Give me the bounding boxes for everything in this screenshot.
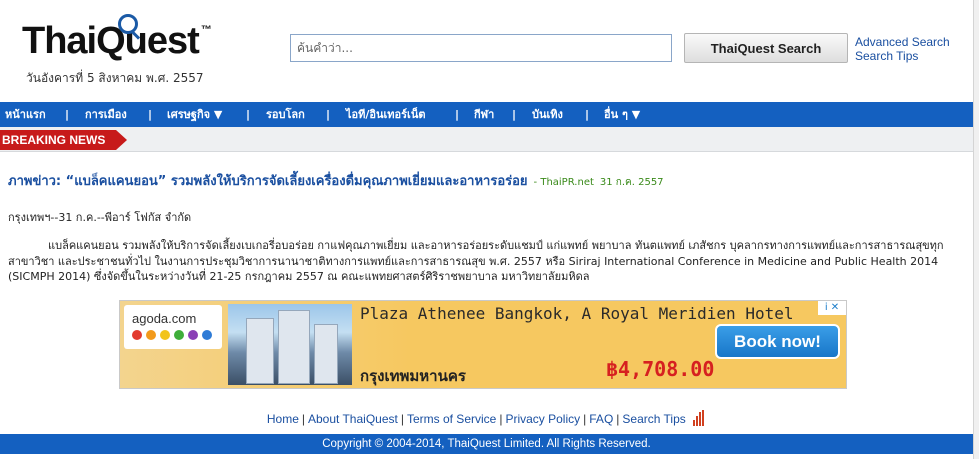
headline-link[interactable]: ภาพข่าว: “แบล็คแคนยอน” รวมพลังให้บริการจ… — [8, 174, 528, 189]
nav-item-it-internet[interactable]: ไอที/อินเทอร์เน็ต — [346, 102, 425, 127]
breaking-news-strip — [0, 127, 973, 152]
magnifier-logo-icon — [118, 14, 138, 34]
footer-links: Home | About ThaiQuest | Terms of Service | Pr… — [0, 410, 973, 426]
nav-item-politics[interactable]: การเมือง — [85, 102, 127, 127]
search-input[interactable] — [290, 34, 672, 62]
nav-item-economy[interactable]: เศรษฐกิจ ▼ — [167, 102, 222, 127]
logo-text-thai: Thai — [22, 20, 97, 62]
footer-link-privacy[interactable]: Privacy Policy — [505, 412, 580, 426]
footer-separator: | — [583, 412, 587, 426]
footer-link-search-tips[interactable]: Search Tips — [622, 412, 685, 426]
nav-separator: | — [148, 108, 153, 121]
article-dateline: กรุงเทพฯ--31 ก.ค.--พีอาร์ โฟกัส จำกัด — [8, 211, 192, 224]
nav-item-others[interactable]: อื่น ๆ ▼ — [604, 102, 640, 127]
ad-dot-icon — [146, 330, 156, 340]
nav-separator: | — [246, 108, 251, 121]
ad-dot-icon — [132, 330, 142, 340]
nav-separator: | — [455, 108, 460, 121]
logo-trademark: ™ — [200, 24, 212, 36]
nav-item-entertainment[interactable]: บันเทิง — [532, 102, 563, 127]
nav-separator: | — [65, 108, 70, 121]
advanced-search-link[interactable]: Advanced Search — [855, 35, 950, 49]
ad-city: กรุงเทพมหานคร — [360, 367, 466, 385]
building-shape — [314, 324, 338, 384]
footer-link-faq[interactable]: FAQ — [589, 412, 613, 426]
footer-separator: | — [499, 412, 503, 426]
ad-hotel-name: Plaza Athenee Bangkok, A Royal Meridien … — [360, 304, 794, 323]
building-shape — [278, 310, 310, 384]
thaiquest-logo[interactable]: ThaiQuest ™ — [22, 20, 212, 63]
search-links: Advanced Search Search Tips — [855, 35, 950, 63]
footer-separator: | — [400, 412, 404, 426]
footer-separator: | — [301, 412, 305, 426]
footer-link-terms[interactable]: Terms of Service — [407, 412, 496, 426]
ad-dot-icon — [202, 330, 212, 340]
headline-date: 31 ก.ค. 2557 — [599, 177, 664, 188]
search-tips-link[interactable]: Search Tips — [855, 49, 950, 63]
search-button[interactable]: ThaiQuest Search — [684, 33, 848, 63]
agoda-ad-banner[interactable]: agoda.com Plaza Athenee Bangkok, A Royal… — [119, 300, 847, 389]
nav-item-sports[interactable]: กีฬา — [474, 102, 494, 127]
ad-brand: agoda.com — [132, 311, 197, 326]
hotel-photo — [228, 304, 352, 385]
logo-text-quest: Quest — [96, 20, 200, 62]
nav-separator: | — [326, 108, 331, 121]
article-headline: ภาพข่าว: “แบล็คแคนยอน” รวมพลังให้บริการจ… — [8, 170, 664, 191]
ad-choices-icon[interactable]: i ✕ — [818, 301, 846, 315]
nav-separator: | — [512, 108, 517, 121]
ad-dot-icon — [160, 330, 170, 340]
breaking-news-arrow — [116, 130, 127, 150]
current-date: วันอังคารที่ 5 สิงหาคม พ.ศ. 2557 — [26, 71, 204, 85]
ad-dot-icon — [174, 330, 184, 340]
building-shape — [246, 318, 274, 384]
nav-item-home[interactable]: หน้าแรก — [5, 102, 46, 127]
main-nav: หน้าแรก | การเมือง | เศรษฐกิจ ▼ | รอบโลก… — [0, 102, 973, 127]
footer-link-about[interactable]: About ThaiQuest — [308, 412, 398, 426]
headline-source: - ThaiPR.net — [533, 177, 594, 188]
scrollbar-edge[interactable] — [973, 0, 979, 459]
nav-separator: | — [585, 108, 590, 121]
copyright-bar: Copyright © 2004-2014, ThaiQuest Limited… — [0, 434, 973, 454]
ad-price: ฿4,708.00 — [606, 357, 715, 381]
book-now-button[interactable]: Book now! — [715, 324, 840, 359]
ad-dot-icon — [188, 330, 198, 340]
nav-item-world[interactable]: รอบโลก — [266, 102, 305, 127]
footer-separator: | — [616, 412, 620, 426]
article-body: แบล็คแคนยอน รวมพลังให้บริการจัดเลี้ยงเบเ… — [8, 239, 944, 283]
footer-link-home[interactable]: Home — [267, 412, 299, 426]
breaking-news-label: BREAKING NEWS — [0, 130, 116, 150]
stats-bars-icon[interactable] — [693, 410, 706, 426]
